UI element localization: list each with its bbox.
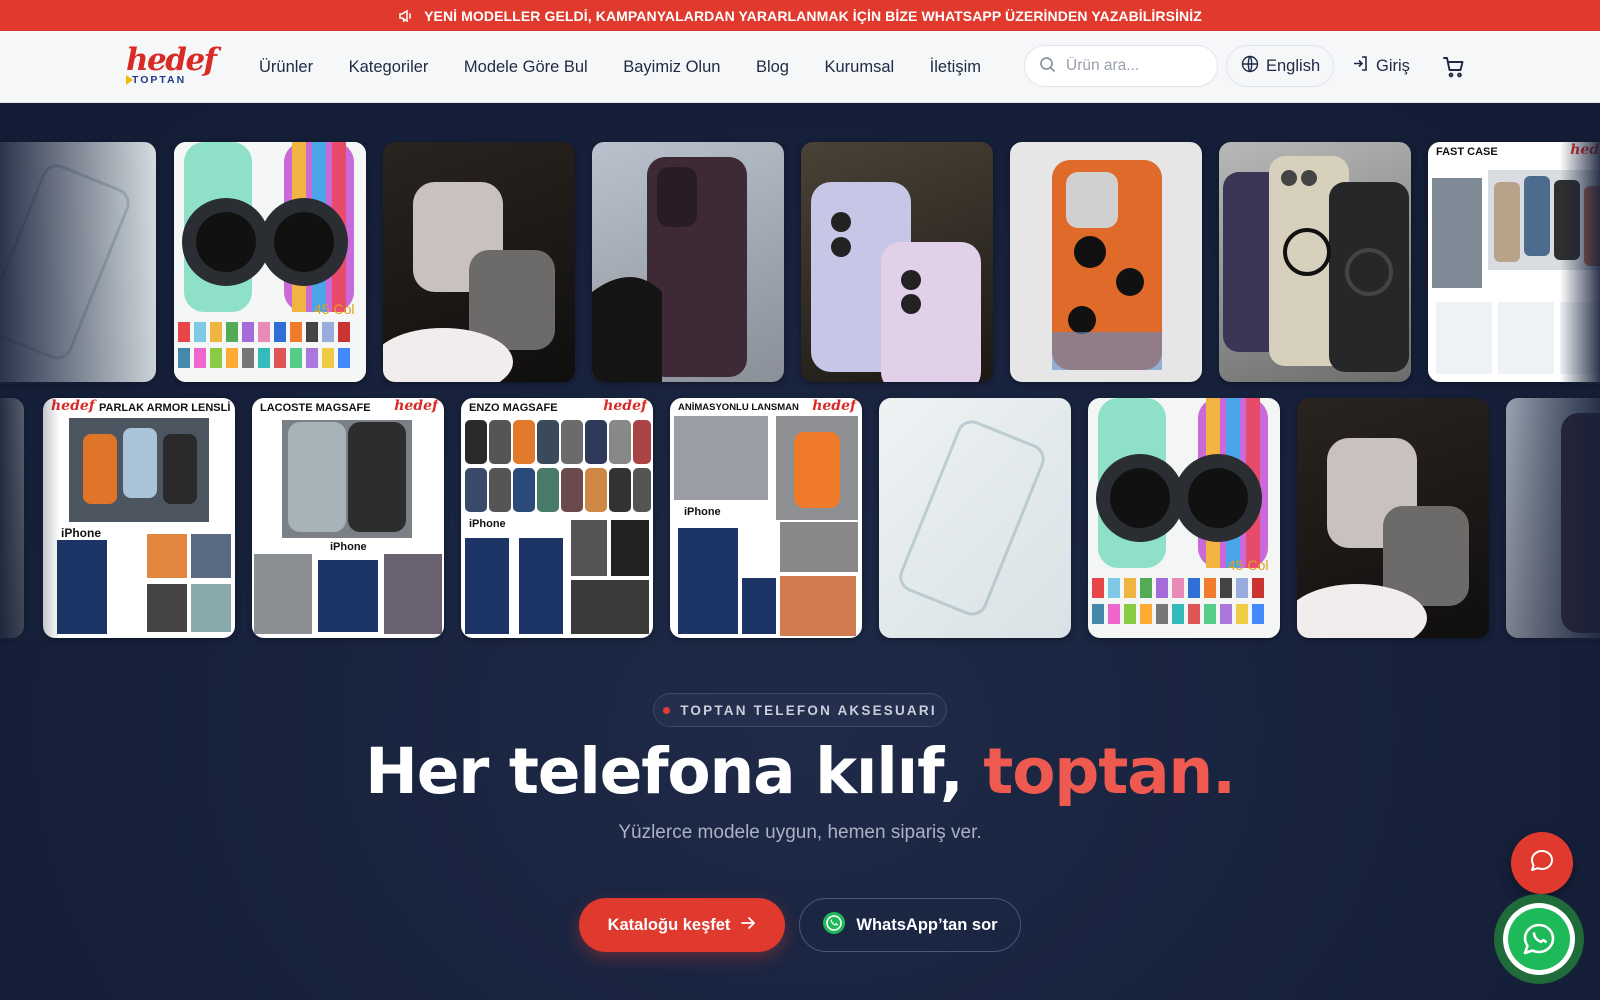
- search-box[interactable]: [1024, 45, 1218, 87]
- gallery-tile-watch-band[interactable]: 45 Col: [174, 142, 366, 382]
- site-header: hedef TOPTAN Ürünler Kategoriler Modele …: [0, 31, 1600, 103]
- gallery-row-1: 45 Col FAST CASE hed: [0, 142, 1600, 384]
- whatsapp-float-icon: [1508, 908, 1570, 970]
- whatsapp-float-button[interactable]: [1494, 894, 1584, 984]
- whatsapp-ask-label: WhatsApp’tan sor: [856, 915, 998, 934]
- login-icon: [1352, 55, 1369, 77]
- headline-main: Her telefona kılıf,: [365, 735, 984, 808]
- search-input[interactable]: [1066, 57, 1206, 75]
- headline-accent: toptan.: [983, 735, 1236, 808]
- nav-modele-gore-bul[interactable]: Modele Göre Bul: [464, 58, 588, 77]
- chat-button[interactable]: [1511, 832, 1573, 894]
- gallery-tile-parlak-armor[interactable]: PARLAK ARMOR LENSLİ hedef iPhone: [43, 398, 235, 638]
- logo-wordmark: hedef: [126, 42, 217, 78]
- gallery-tile-enzo-magsafe[interactable]: ENZO MAGSAFE hedef iPhone: [461, 398, 653, 638]
- nav-kurumsal[interactable]: Kurumsal: [824, 58, 894, 77]
- nav-bayimiz-olun[interactable]: Bayimiz Olun: [623, 58, 720, 77]
- megaphone-icon: [398, 8, 414, 24]
- search-icon: [1039, 56, 1056, 77]
- nav-iletisim[interactable]: İletişim: [930, 58, 981, 77]
- gallery-tile-cat-case[interactable]: [1010, 142, 1202, 382]
- gallery-tile-holographic[interactable]: [801, 142, 993, 382]
- whatsapp-icon: [822, 911, 846, 940]
- gallery-tile-leather-case[interactable]: [592, 142, 784, 382]
- language-switch[interactable]: English: [1226, 45, 1334, 87]
- catalog-button[interactable]: Kataloğu keşfet: [579, 898, 785, 952]
- gallery-tile-glass-2[interactable]: [879, 398, 1071, 638]
- cart-icon[interactable]: [1442, 55, 1466, 79]
- hero-headline: Her telefona kılıf, toptan.: [0, 732, 1600, 812]
- announcement-bar[interactable]: YENİ MODELLER GELDİ, KAMPANYALARDAN YARA…: [0, 0, 1600, 31]
- whatsapp-ask-button[interactable]: WhatsApp’tan sor: [799, 898, 1021, 952]
- language-label: English: [1266, 56, 1321, 75]
- tile-label: iPhone: [61, 526, 102, 540]
- login-label: Giriş: [1376, 56, 1410, 75]
- tile-label: iPhone: [469, 518, 506, 530]
- svg-text:45 Col: 45 Col: [314, 301, 354, 317]
- brand-logo[interactable]: hedef TOPTAN: [126, 42, 217, 88]
- gallery-tile-lacoste-magsafe[interactable]: LACOSTE MAGSAFE hedef iPhone: [252, 398, 444, 638]
- tile-label: iPhone: [684, 506, 721, 518]
- nav-urunler[interactable]: Ürünler: [259, 58, 313, 77]
- tile-label: iPhone: [330, 541, 367, 553]
- gallery-tile-edge[interactable]: [0, 398, 24, 638]
- whatsapp-float-ring: [1503, 903, 1575, 975]
- catalog-button-label: Kataloğu keşfet: [607, 915, 731, 934]
- logo-subtitle: TOPTAN: [132, 74, 187, 86]
- gallery-row-2: PARLAK ARMOR LENSLİ hedef iPhone LACOSTE…: [0, 398, 1600, 640]
- gallery-tile-airpods-2[interactable]: [1297, 398, 1489, 638]
- nav-blog[interactable]: Blog: [756, 58, 789, 77]
- arrow-right-icon: [740, 915, 756, 936]
- chat-bubble-icon: [1528, 847, 1556, 879]
- badge-dot: [663, 706, 671, 714]
- badge-text: TOPTAN TELEFON AKSESUARI: [680, 702, 937, 718]
- gallery-tile-airpods[interactable]: [383, 142, 575, 382]
- gallery-tile-fast-case[interactable]: FAST CASE hedef: [1428, 142, 1600, 382]
- hero-subline: Yüzlerce modele uygun, hemen sipariş ver…: [618, 822, 982, 843]
- announcement-text: YENİ MODELLER GELDİ, KAMPANYALARDAN YARA…: [424, 7, 1202, 24]
- login-link[interactable]: Giriş: [1352, 45, 1410, 87]
- main-nav: Ürünler Kategoriler Modele Göre Bul Bayi…: [259, 31, 1017, 103]
- gallery-tile-animasyonlu[interactable]: ANİMASYONLU LANSMAN hedef iPhone: [670, 398, 862, 638]
- gallery-tile-watch-band-2[interactable]: 45 Col: [1088, 398, 1280, 638]
- hero-badge: TOPTAN TELEFON AKSESUARI: [653, 693, 947, 727]
- nav-kategoriler[interactable]: Kategoriler: [349, 58, 429, 77]
- svg-text:45 Col: 45 Col: [1228, 557, 1268, 573]
- gallery-tile-glass[interactable]: [0, 142, 156, 382]
- hero-section: 45 Col FAST CASE hed PARLAK ARMOR LENSLİ…: [0, 104, 1600, 1000]
- gallery-tile-magsafe-case[interactable]: [1219, 142, 1411, 382]
- gallery-tile-leather-case-2[interactable]: [1506, 398, 1600, 638]
- globe-icon: [1241, 55, 1259, 78]
